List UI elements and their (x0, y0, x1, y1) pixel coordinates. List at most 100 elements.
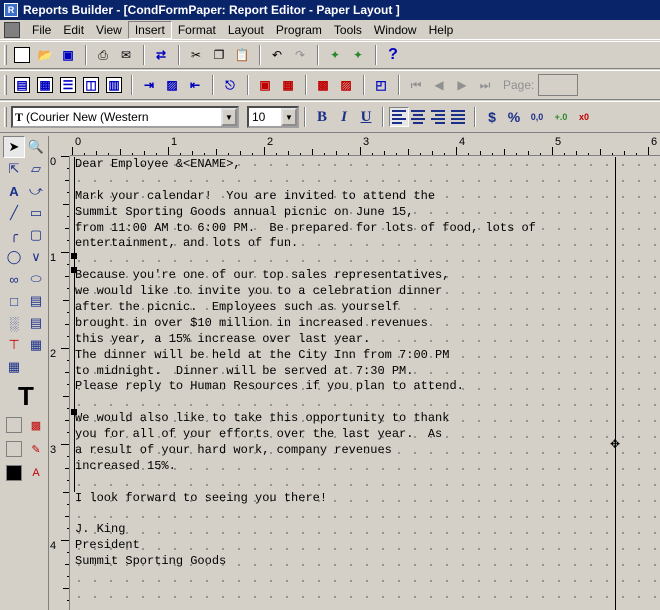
menu-view[interactable]: View (90, 22, 128, 38)
report-line[interactable]: Because you're one of our top sales repr… (75, 268, 615, 284)
menu-layout[interactable]: Layout (222, 22, 270, 38)
report-line[interactable]: We would also like to take this opportun… (75, 411, 615, 427)
magnify-tool[interactable]: 🔍 (25, 136, 47, 158)
save-button[interactable]: ▣ (57, 44, 79, 66)
paper-layout-canvas[interactable]: Dear Employee &<ENAME>, Mark your calenda… (71, 157, 660, 610)
confine-mode-button[interactable]: ⎋ (219, 74, 241, 96)
header-section-button[interactable]: ⇥ (138, 74, 160, 96)
percent-button[interactable]: % (503, 106, 525, 128)
report-line[interactable] (75, 507, 615, 523)
matrix-tool[interactable]: ▦ (3, 356, 25, 378)
select-child-frame-button[interactable]: ▨ (335, 74, 357, 96)
bring-to-front-button[interactable]: ◰ (370, 74, 392, 96)
repeating-frame-tool[interactable]: ▤ (25, 290, 47, 312)
rotate-tool[interactable]: ▱ (25, 158, 47, 180)
frame-tool[interactable]: □ (3, 290, 25, 312)
report-line[interactable]: Mark your calendar! You are invited to a… (75, 189, 615, 205)
fill-color-swatch[interactable] (6, 417, 22, 433)
connect-button[interactable]: ⇄ (150, 44, 172, 66)
menu-edit[interactable]: Edit (57, 22, 90, 38)
paper-design-view-button[interactable]: ◫ (80, 74, 102, 96)
report-line[interactable]: Summit Sporting Goods (75, 554, 615, 570)
report-line[interactable]: a result of your hard work, company reve… (75, 443, 615, 459)
cut-button[interactable]: ✂ (185, 44, 207, 66)
data-wizard-button[interactable]: ✦ (324, 44, 346, 66)
ole-tool[interactable]: ▦ (25, 334, 47, 356)
report-line[interactable]: from 11:00 AM to 6:00 PM. Be prepared fo… (75, 221, 615, 237)
bold-button[interactable]: B (311, 106, 333, 128)
chart-tool[interactable]: ░ (3, 312, 25, 334)
text-color-swatch[interactable] (6, 465, 22, 481)
underline-button[interactable]: U (355, 106, 377, 128)
next-page-button[interactable]: ▶ (451, 74, 473, 96)
report-line[interactable]: increased 15%. (75, 459, 615, 475)
align-center-button[interactable] (409, 107, 429, 127)
parameter-form-view-button[interactable]: ▥ (103, 74, 125, 96)
menu-tools[interactable]: Tools (328, 22, 368, 38)
field-tool[interactable]: ▤ (25, 312, 47, 334)
chevron-down-icon[interactable]: ▼ (281, 108, 297, 126)
main-section-button[interactable]: ▨ (161, 74, 183, 96)
report-line[interactable]: entertainment, and lots of fun. (75, 236, 615, 252)
flex-move-button[interactable]: ▦ (277, 74, 299, 96)
text-color-palette-icon[interactable]: A (25, 462, 47, 484)
new-button[interactable] (11, 44, 33, 66)
paste-button[interactable]: 📋 (231, 44, 253, 66)
copy-button[interactable]: ❐ (208, 44, 230, 66)
currency-button[interactable]: $ (481, 106, 503, 128)
add-decimal-button[interactable]: +.0 (549, 106, 573, 128)
report-line[interactable] (75, 173, 615, 189)
report-line[interactable]: you for all of your efforts over the las… (75, 427, 615, 443)
arc-tool[interactable]: ╭ (3, 224, 25, 246)
document-system-icon[interactable] (4, 21, 20, 38)
align-justify-button[interactable] (449, 107, 469, 127)
undo-button[interactable]: ↶ (266, 44, 288, 66)
web-source-view-button[interactable]: ▦ (34, 74, 56, 96)
report-line[interactable]: J. King (75, 522, 615, 538)
report-line[interactable]: brought in over $10 million in increased… (75, 316, 615, 332)
polygon-tool[interactable]: ◯ (3, 246, 25, 268)
line-tool[interactable]: ╱ (3, 202, 25, 224)
page-number-input[interactable] (538, 74, 579, 96)
link-file-tool[interactable]: ⊤ (3, 334, 25, 356)
align-right-button[interactable] (429, 107, 449, 127)
report-line[interactable]: I look forward to seeing you there! (75, 491, 615, 507)
report-line[interactable]: The dinner will be held at the City Inn … (75, 348, 615, 364)
font-name-select[interactable]: T (Courier New (Western ▼ (11, 106, 239, 128)
report-line[interactable]: this year, a 15% increase over last year… (75, 332, 615, 348)
report-line[interactable]: Summit Sporting Goods annual picnic on J… (75, 205, 615, 221)
report-line[interactable] (75, 395, 615, 411)
report-line[interactable]: to midnight. Dinner will be served at 7:… (75, 364, 615, 380)
polyline-tool[interactable]: ∨ (25, 246, 47, 268)
frame-select-tool[interactable]: ⇱ (3, 158, 25, 180)
paper-layout-view-button[interactable]: ☰ (57, 74, 79, 96)
menu-format[interactable]: Format (172, 22, 222, 38)
line-color-swatch[interactable] (6, 441, 22, 457)
report-line[interactable]: Please reply to Human Resources if you p… (75, 379, 615, 395)
menu-file[interactable]: File (26, 22, 57, 38)
redo-button[interactable]: ↷ (289, 44, 311, 66)
menu-insert[interactable]: Insert (127, 20, 172, 39)
report-line[interactable]: President (75, 538, 615, 554)
last-page-button[interactable]: ⏭ (474, 74, 496, 96)
menu-program[interactable]: Program (270, 22, 328, 38)
font-size-select[interactable]: 10 ▼ (247, 106, 299, 128)
mail-button[interactable]: ✉ (115, 44, 137, 66)
report-wizard-button[interactable]: ✦ (347, 44, 369, 66)
remove-decimal-button[interactable]: x0 (573, 106, 595, 128)
line-color-palette-icon[interactable]: ✎ (25, 438, 47, 460)
select-tool[interactable]: ➤ (3, 136, 25, 158)
commas-button[interactable]: 0,0 (525, 106, 549, 128)
menu-help[interactable]: Help (423, 22, 460, 38)
menu-window[interactable]: Window (368, 22, 423, 38)
report-line[interactable]: we would like to invite you to a celebra… (75, 284, 615, 300)
help-button[interactable]: ? (382, 44, 404, 66)
ellipse-tool[interactable]: ⬭ (25, 268, 47, 290)
italic-button[interactable]: I (333, 106, 355, 128)
chevron-down-icon[interactable]: ▼ (221, 108, 237, 126)
report-line[interactable]: Dear Employee &<ENAME>, (75, 157, 615, 173)
rounded-rectangle-tool[interactable]: ▢ (25, 224, 47, 246)
report-line[interactable]: after the picnic. Employees such as your… (75, 300, 615, 316)
previous-page-button[interactable]: ◀ (428, 74, 450, 96)
align-left-button[interactable] (389, 107, 409, 127)
